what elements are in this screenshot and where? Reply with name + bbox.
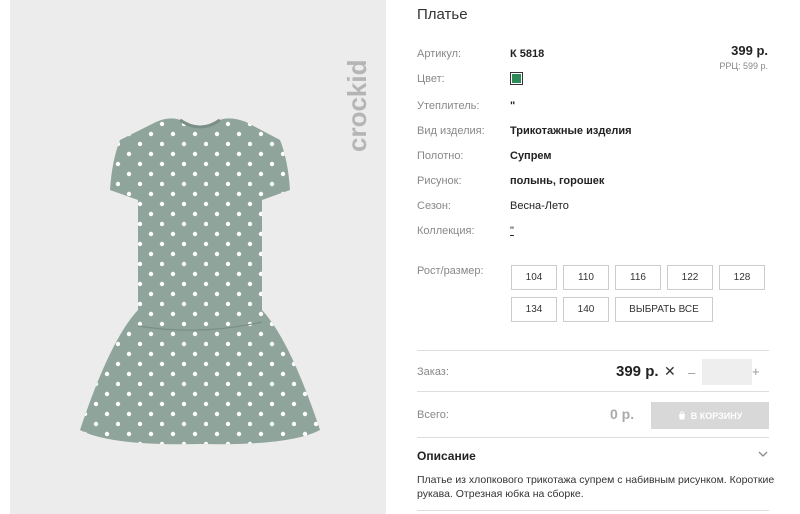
- multiply-icon: ✕: [664, 363, 676, 379]
- attr-label: Артикул:: [417, 48, 462, 60]
- attr-label: Вид изделия:: [417, 125, 485, 137]
- brand-logo: crockid: [342, 60, 372, 153]
- attr-label: Коллекция:: [417, 225, 475, 237]
- add-to-cart-button[interactable]: В КОРЗИНУ: [651, 402, 769, 429]
- attr-value: Супрем: [510, 150, 552, 162]
- size-option[interactable]: 140: [563, 297, 609, 322]
- attr-label: Утеплитель:: [417, 100, 480, 112]
- divider: [417, 350, 769, 351]
- product-image-panel[interactable]: crockid: [10, 0, 386, 514]
- description-text: Платье из хлопкового трикотажа супрем с …: [417, 474, 775, 500]
- size-option[interactable]: 128: [719, 265, 765, 290]
- product-rrp: РРЦ: 599 р.: [719, 61, 768, 71]
- decrease-quantity-button[interactable]: –: [688, 365, 695, 380]
- order-price: 399 р.: [616, 363, 659, 380]
- divider: [417, 437, 769, 438]
- size-option[interactable]: 110: [563, 265, 609, 290]
- description-toggle[interactable]: Описание: [417, 449, 476, 463]
- order-label: Заказ:: [417, 366, 449, 378]
- size-option[interactable]: 134: [511, 297, 557, 322]
- attr-value: ": [510, 100, 516, 112]
- total-value: 0 р.: [610, 406, 635, 422]
- cart-icon: [678, 411, 685, 420]
- attr-label: Сезон:: [417, 200, 451, 212]
- add-to-cart-label: В КОРЗИНУ: [690, 410, 743, 421]
- chevron-down-icon[interactable]: [758, 449, 768, 459]
- attr-label: Цвет:: [417, 73, 445, 85]
- attr-label: Рисунок:: [417, 175, 462, 187]
- attr-value: К 5818: [510, 48, 545, 60]
- size-option[interactable]: 116: [615, 265, 661, 290]
- brand-logo-text: crockid: [342, 60, 372, 153]
- select-all-sizes-button[interactable]: ВЫБРАТЬ ВСЕ: [615, 297, 713, 322]
- increase-quantity-button[interactable]: +: [752, 364, 760, 379]
- attr-value: Весна-Лето: [510, 200, 569, 212]
- total-label: Всего:: [417, 409, 449, 421]
- size-option[interactable]: 122: [667, 265, 713, 290]
- product-dress-image: [80, 118, 320, 445]
- attr-value: ": [510, 225, 514, 237]
- attr-label: Полотно:: [417, 150, 464, 162]
- size-option[interactable]: 104: [511, 265, 557, 290]
- product-title: Платье: [417, 6, 468, 23]
- color-swatch[interactable]: [510, 72, 523, 85]
- quantity-input[interactable]: [702, 359, 752, 385]
- sizes-label: Рост/размер:: [417, 265, 484, 277]
- divider: [417, 510, 769, 511]
- attr-value: Трикотажные изделия: [510, 125, 632, 137]
- attr-value: полынь, горошек: [510, 175, 605, 187]
- divider: [417, 391, 769, 392]
- product-price: 399 р.: [731, 43, 768, 58]
